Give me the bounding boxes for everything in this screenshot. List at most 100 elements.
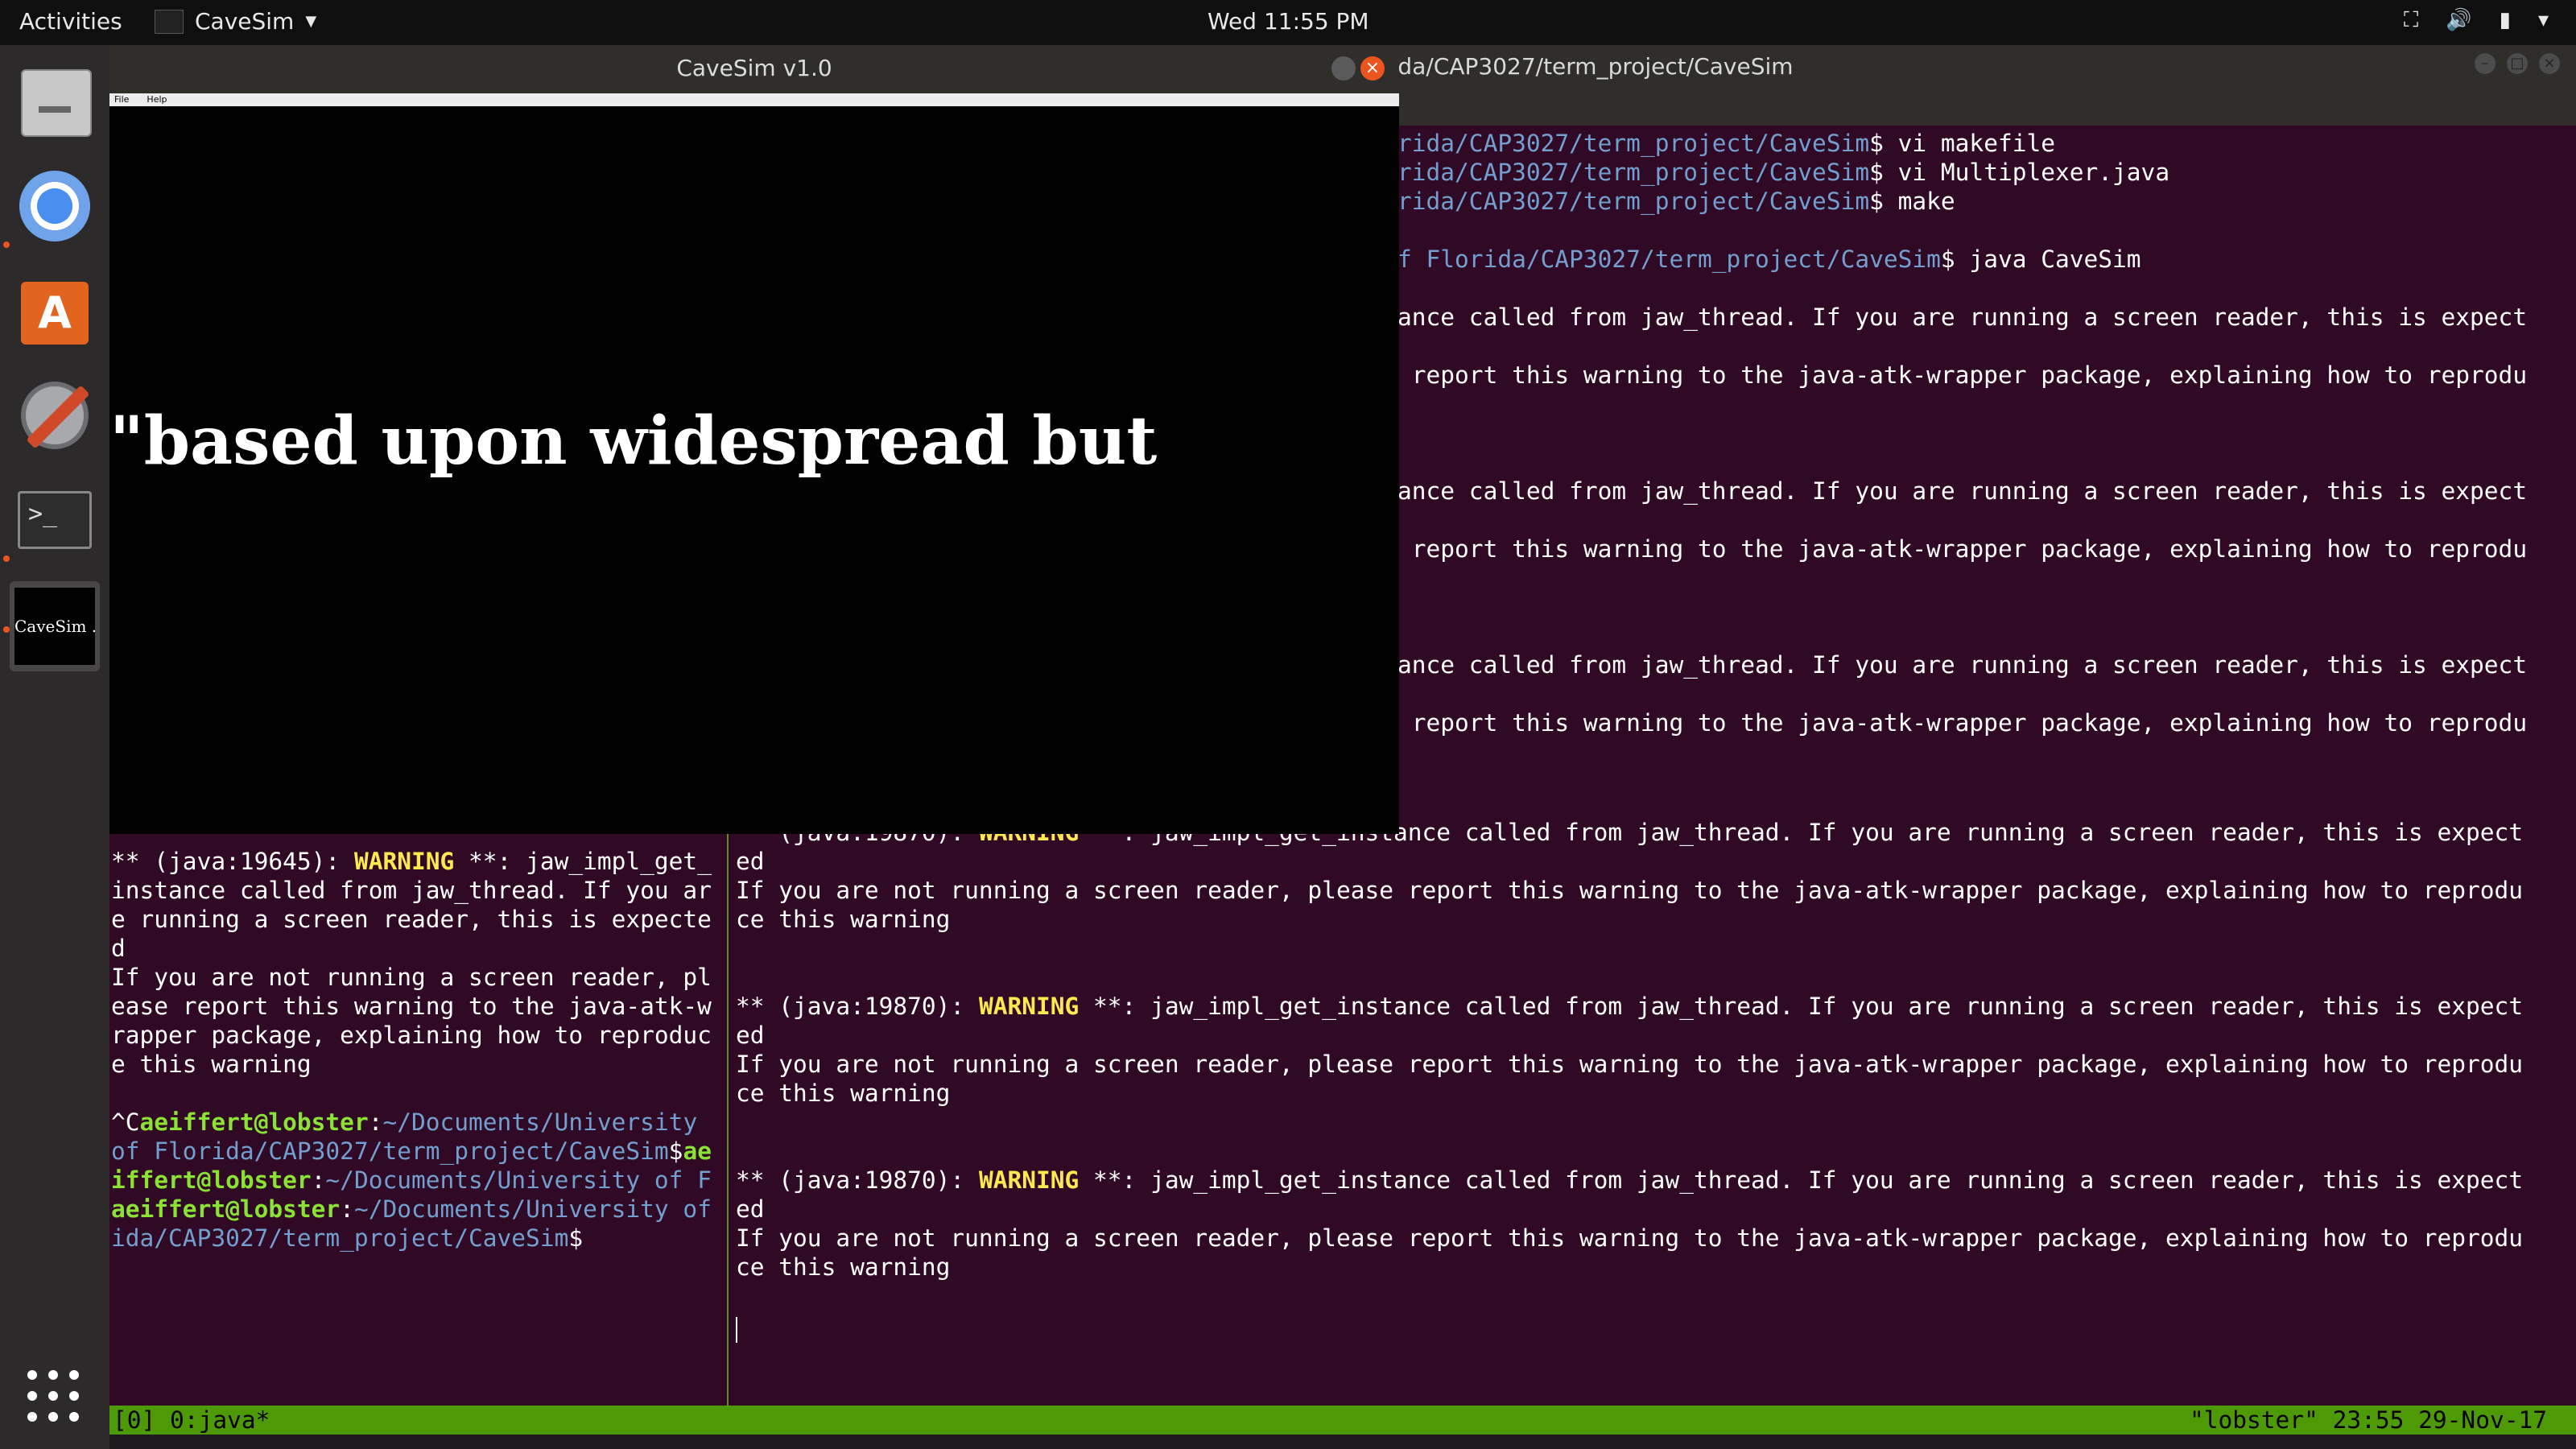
terminal-text: : <box>311 1166 326 1194</box>
terminal-text: ed <box>736 848 765 875</box>
terminal-text: $ java CaveSim <box>1940 246 2141 273</box>
terminal-line: report this warning to the java-atk-wrap… <box>1397 535 2527 564</box>
battery-icon[interactable]: ▮ <box>2500 8 2511 33</box>
cavesim-window-icon[interactable]: CaveSim .. <box>10 581 100 671</box>
terminal-text: If you are not running a screen reader, … <box>736 1051 2524 1078</box>
app-menu-label: CaveSim <box>195 8 295 35</box>
cavesim-menubar: File Help <box>109 93 1399 106</box>
terminal-text: $ make <box>1869 188 1955 215</box>
terminal-line: ** (java:19870): WARNING **: jaw_impl_ge… <box>736 1166 2523 1195</box>
terminal-text: ance called from jaw_thread. If you are … <box>1397 477 2528 505</box>
terminal-text: e running a screen reader, this is expec… <box>111 906 712 933</box>
system-menu-icon[interactable]: ▾ <box>2538 8 2549 33</box>
terminal-line: iffert@lobster:~/Documents/University of… <box>111 1166 712 1195</box>
terminal-line: ce this warning <box>736 1079 950 1108</box>
cavesim-window[interactable]: CaveSim v1.0 × File Help "based upon wide… <box>109 45 1399 834</box>
terminal-cursor <box>736 1317 737 1343</box>
terminal-line: If you are not running a screen reader, … <box>736 876 2523 905</box>
terminal-line: If you are not running a screen reader, … <box>736 1224 2523 1253</box>
terminal-text: ed <box>736 1022 765 1049</box>
terminal-text: rida/CAP3027/term_project/CaveSim <box>1397 130 1870 157</box>
system-tray[interactable]: ⛶ 🔊 ▮ ▾ <box>2404 8 2549 33</box>
terminal-text: iffert@lobster <box>111 1166 312 1194</box>
terminal-line: ease report this warning to the java-atk… <box>111 992 712 1021</box>
terminal-line: ed <box>736 1021 765 1050</box>
terminal-text: instance called from jaw_thread. If you … <box>111 877 712 904</box>
terminal-line: ce this warning <box>736 905 950 934</box>
terminal-text: aeiffert@lobster <box>139 1108 369 1136</box>
volume-icon[interactable]: 🔊 <box>2446 8 2471 33</box>
terminal-text: WARNING <box>978 993 1080 1020</box>
terminal-text: WARNING <box>353 848 455 875</box>
close-icon[interactable]: × <box>2539 53 2560 74</box>
terminal-text: $ vi Multiplexer.java <box>1869 159 2170 186</box>
minimize-icon[interactable] <box>1331 56 1356 80</box>
terminal-text: $ vi makefile <box>1869 130 2055 157</box>
terminal-text: rida/CAP3027/term_project/CaveSim <box>1397 159 1870 186</box>
terminal-text: : <box>340 1195 354 1223</box>
maximize-icon[interactable]: □ <box>2507 53 2528 74</box>
terminal-text: ^C <box>111 1108 140 1136</box>
terminal-text: : <box>368 1108 383 1136</box>
terminal-text: **: jaw_impl_get_instance called from ja… <box>1079 1166 2524 1194</box>
terminal-text: of Florida/CAP3027/term_project/CaveSim <box>111 1137 669 1165</box>
terminal-line: rida/CAP3027/term_project/CaveSim$ vi Mu… <box>1397 158 2169 187</box>
terminal-text: ae <box>683 1137 712 1165</box>
settings-icon[interactable] <box>14 375 95 456</box>
terminal-line: ance called from jaw_thread. If you are … <box>1397 303 2527 332</box>
terminal-line: ^Caeiffert@lobster:~/Documents/Universit… <box>111 1108 697 1137</box>
terminal-text: ~/Documents/University of F <box>325 1166 712 1194</box>
terminal-text: $ <box>568 1224 584 1252</box>
terminal-line: ed <box>736 847 765 876</box>
app-menu[interactable]: CaveSim ▼ <box>155 8 316 35</box>
terminal-window-controls: – □ × <box>2475 53 2560 74</box>
terminal-text: ease report this warning to the java-atk… <box>111 993 712 1020</box>
terminal-text: ce this warning <box>736 906 951 933</box>
activities-button[interactable]: Activities <box>19 8 122 35</box>
top-bar: Activities CaveSim ▼ Wed 11:55 PM ⛶ 🔊 ▮ … <box>0 0 2576 45</box>
terminal-line: d <box>111 934 126 963</box>
clock[interactable]: Wed 11:55 PM <box>1208 8 1369 35</box>
terminal-text: If you are not running a screen reader, … <box>111 964 712 991</box>
terminal-text: If you are not running a screen reader, … <box>736 1224 2524 1252</box>
app-grid-icon[interactable] <box>14 1357 95 1438</box>
terminal-text: report this warning to the java-atk-wrap… <box>1397 709 2528 737</box>
terminal-text: ~/Documents/University of <box>353 1195 712 1223</box>
terminal-text: rapper package, explaining how to reprod… <box>111 1022 712 1049</box>
network-icon[interactable]: ⛶ <box>2404 8 2418 33</box>
menu-file[interactable]: File <box>114 94 129 105</box>
terminal-text: ** (java:19645): <box>111 848 354 875</box>
terminal-text: rida/CAP3027/term_project/CaveSim <box>1397 188 1870 215</box>
menu-help[interactable]: Help <box>147 94 167 105</box>
cavesim-titlebar[interactable]: CaveSim v1.0 × <box>109 45 1399 93</box>
terminal-line: rapper package, explaining how to reprod… <box>111 1021 712 1050</box>
terminal-line: e running a screen reader, this is expec… <box>111 905 712 934</box>
terminal-line: report this warning to the java-atk-wrap… <box>1397 708 2527 737</box>
terminal-text: ce this warning <box>736 1080 951 1107</box>
tmux-window-list: [0] 0:java* <box>113 1406 270 1434</box>
terminal-line: rida/CAP3027/term_project/CaveSim$ make <box>1397 187 1955 216</box>
minimize-icon[interactable]: – <box>2475 53 2496 74</box>
files-icon[interactable] <box>14 61 95 142</box>
terminal-line: ed <box>736 1195 765 1224</box>
terminal-text: d <box>111 935 126 962</box>
terminal-line: ance called from jaw_thread. If you are … <box>1397 650 2527 679</box>
cavesim-display-text: "based upon widespread but <box>109 402 1158 480</box>
terminal-icon[interactable]: >_ <box>14 480 95 560</box>
terminal-text: report this warning to the java-atk-wrap… <box>1397 361 2528 389</box>
terminal-line: report this warning to the java-atk-wrap… <box>1397 361 2527 390</box>
terminal-text: **: jaw_impl_get_instance called from ja… <box>1079 993 2524 1020</box>
chevron-down-icon: ▼ <box>305 13 317 30</box>
terminal-line: If you are not running a screen reader, … <box>736 1050 2523 1079</box>
terminal-line: aeiffert@lobster:~/Documents/University … <box>111 1195 712 1224</box>
close-icon[interactable]: × <box>1360 56 1385 80</box>
cavesim-window-label: CaveSim .. <box>14 588 95 665</box>
chrome-icon[interactable] <box>14 166 95 246</box>
terminal-line: ** (java:19645): WARNING **: jaw_impl_ge… <box>111 847 712 876</box>
terminal-line: e this warning <box>111 1050 312 1079</box>
terminal-text: ** (java:19870): <box>736 993 979 1020</box>
tmux-pane-divider[interactable] <box>727 829 729 1409</box>
software-center-icon[interactable]: A <box>14 270 95 351</box>
terminal-text: ance called from jaw_thread. If you are … <box>1397 651 2528 679</box>
terminal-line: ance called from jaw_thread. If you are … <box>1397 477 2527 506</box>
